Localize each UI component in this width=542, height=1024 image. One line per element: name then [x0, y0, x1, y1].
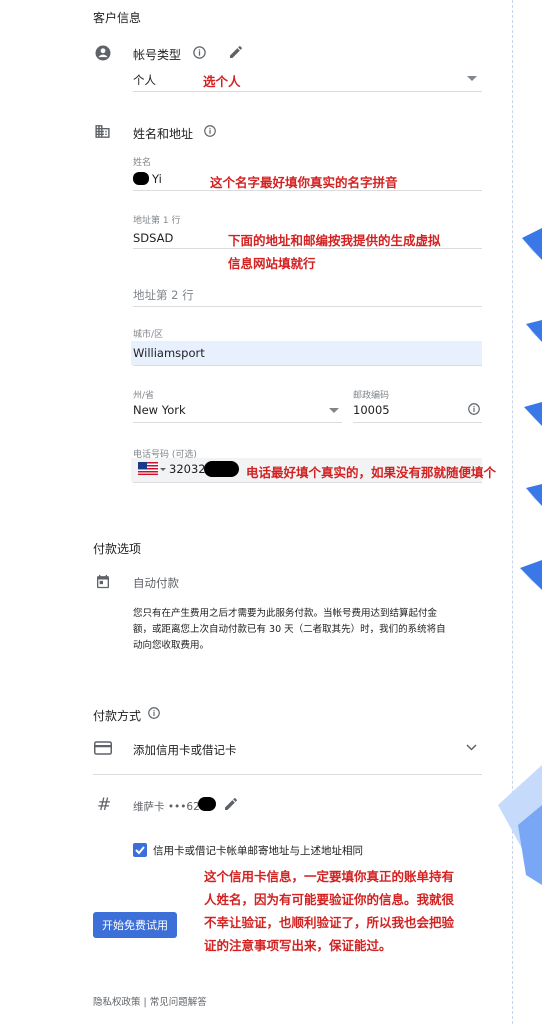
phone-redaction [204, 461, 239, 477]
expand-chevron-icon[interactable] [466, 744, 477, 751]
info-icon[interactable] [467, 402, 481, 416]
us-flag-icon[interactable] [138, 462, 158, 475]
name-input[interactable]: Yi [152, 172, 162, 186]
city-input[interactable]: Williamsport [133, 346, 205, 360]
footer-links[interactable]: 隐私权政策 | 常见问题解答 [93, 994, 207, 1008]
add-card-button[interactable]: 添加信用卡或借记卡 [133, 742, 237, 758]
annotation-address-line1: 下面的地址和邮编按我提供的生成虚拟 [228, 233, 441, 248]
payment-method-title: 付款方式 [93, 709, 142, 723]
zip-input[interactable]: 10005 [353, 403, 390, 417]
annotation-card-line3: 不幸让验证，也顺利验证了，所以我也会把验 [204, 915, 455, 930]
decorative-cube-icon [522, 228, 542, 260]
decorative-cube-icon [526, 484, 542, 506]
address1-label: 地址第 1 行 [133, 216, 181, 226]
auto-pay-description-2: 额，或距离您上次自动付款已有 30 天（二者取其先）时，我们的系统将自 [133, 624, 446, 635]
account-circle-icon [95, 45, 111, 61]
dropdown-arrow-icon[interactable] [329, 408, 339, 414]
name-redaction [133, 172, 149, 185]
card-number-field[interactable]: 维萨卡 •••62 [133, 799, 200, 814]
decorative-cube-icon [526, 320, 542, 342]
annotation-account-type: 选个人 [203, 74, 241, 89]
annotation-card-line2: 人姓名，因为有可能要验证你的信息。我就很 [204, 892, 455, 907]
auto-pay-description-1: 您只有在产生费用之后才需要为此服务付款。当帐号费用达到结算起付金 [133, 608, 438, 619]
hash-icon: # [97, 795, 112, 815]
decorative-cube-icon [524, 402, 542, 426]
state-label: 州/省 [133, 391, 155, 401]
address1-input[interactable]: SDSAD [133, 231, 173, 245]
customer-info-title: 客户信息 [93, 11, 142, 25]
same-address-label: 信用卡或借记卡帐单邮寄地址与上述地址相同 [153, 845, 363, 857]
chevron-down-icon[interactable] [160, 468, 166, 472]
card-redaction [198, 797, 216, 811]
annotation-phone: 电话最好填个真实的，如果没有那就随便填个 [246, 465, 497, 480]
phone-input[interactable]: 32032 [169, 462, 206, 476]
address2-input[interactable]: 地址第 2 行 [133, 287, 194, 303]
decorative-cube-icon [520, 560, 542, 590]
zip-label: 邮政编码 [353, 391, 390, 401]
info-icon[interactable] [203, 124, 217, 138]
edit-pencil-icon[interactable] [223, 796, 239, 812]
auto-pay-description-3: 动向您收取费用。 [133, 640, 210, 651]
payment-options-title: 付款选项 [93, 542, 142, 556]
same-address-checkbox[interactable] [133, 843, 147, 857]
auto-pay-label: 自动付款 [133, 576, 179, 590]
annotation-card-line1: 这个信用卡信息，一定要填你真正的账单持有 [204, 869, 455, 884]
account-type-label: 帐号类型 [133, 48, 182, 62]
account-type-select[interactable]: 个人 [133, 72, 156, 88]
annotation-name: 这个名字最好填你真实的名字拼音 [210, 175, 398, 190]
city-label: 城市/区 [133, 330, 164, 340]
state-select[interactable]: New York [133, 403, 186, 417]
info-icon[interactable] [147, 706, 161, 720]
calendar-icon [97, 574, 109, 589]
info-icon[interactable] [192, 45, 207, 60]
name-label: 姓名 [133, 158, 152, 168]
annotation-address-line2: 信息网站填就行 [228, 256, 316, 271]
start-free-trial-button[interactable]: 开始免费试用 [93, 912, 177, 938]
dropdown-arrow-icon[interactable] [467, 76, 477, 82]
building-icon [95, 125, 110, 138]
annotation-card-line4: 证的注意事项写出来，保证能过。 [204, 938, 392, 953]
check-icon [135, 846, 145, 855]
edit-pencil-icon[interactable] [228, 44, 244, 60]
decorative-large-shape [498, 765, 542, 885]
name-address-label: 姓名和地址 [133, 127, 194, 141]
credit-card-icon [94, 741, 112, 755]
